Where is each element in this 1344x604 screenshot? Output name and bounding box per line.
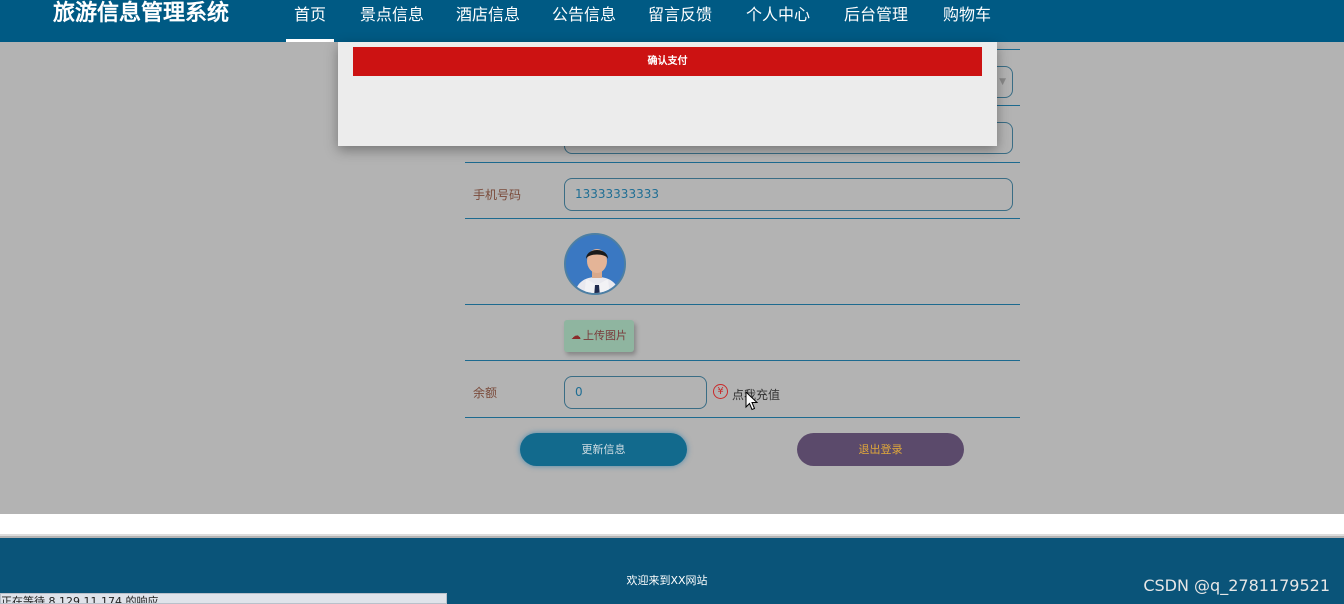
row-divider: [465, 304, 1020, 305]
balance-label: 余额: [473, 386, 498, 400]
site-title: 旅游信息管理系统: [53, 1, 230, 26]
yen-icon: ¥: [713, 384, 728, 399]
nav-admin[interactable]: 后台管理: [842, 0, 910, 42]
nav-cart[interactable]: 购物车: [940, 0, 994, 42]
row-divider: [465, 360, 1020, 361]
phone-label: 手机号码: [473, 188, 522, 202]
upload-image-label: 上传图片: [583, 329, 627, 342]
top-navbar: 旅游信息管理系统 首页 景点信息 酒店信息 公告信息 留言反馈 个人中心 后台管…: [0, 0, 1344, 42]
nav-home[interactable]: 首页: [286, 0, 334, 42]
row-divider: [465, 218, 1020, 219]
row-divider: [465, 162, 1020, 163]
nav-attractions[interactable]: 景点信息: [358, 0, 426, 42]
csdn-watermark: CSDN @q_2781179521: [1143, 576, 1330, 595]
payment-dialog: 确认支付: [338, 42, 997, 146]
nav-hotels[interactable]: 酒店信息: [454, 0, 522, 42]
logout-button[interactable]: 退出登录: [797, 433, 964, 466]
mouse-cursor-icon: [745, 391, 759, 411]
update-info-button[interactable]: 更新信息: [520, 433, 687, 466]
nav-personal-center[interactable]: 个人中心: [744, 0, 812, 42]
balance-field[interactable]: 0: [564, 376, 707, 409]
nav-feedback[interactable]: 留言反馈: [646, 0, 714, 42]
row-divider: [465, 417, 1020, 418]
confirm-payment-button[interactable]: 确认支付: [353, 47, 982, 76]
avatar: [564, 233, 626, 295]
upload-image-button[interactable]: ☁ 上传图片: [564, 320, 634, 352]
chevron-down-icon: ▼: [999, 77, 1006, 87]
cloud-upload-icon: ☁: [571, 331, 581, 342]
browser-status-bar: 正在等待 8.129.11.174 的响应...: [0, 593, 447, 604]
phone-field[interactable]: 13333333333: [564, 178, 1013, 211]
footer-separator: [0, 514, 1344, 536]
nav-announcements[interactable]: 公告信息: [550, 0, 618, 42]
